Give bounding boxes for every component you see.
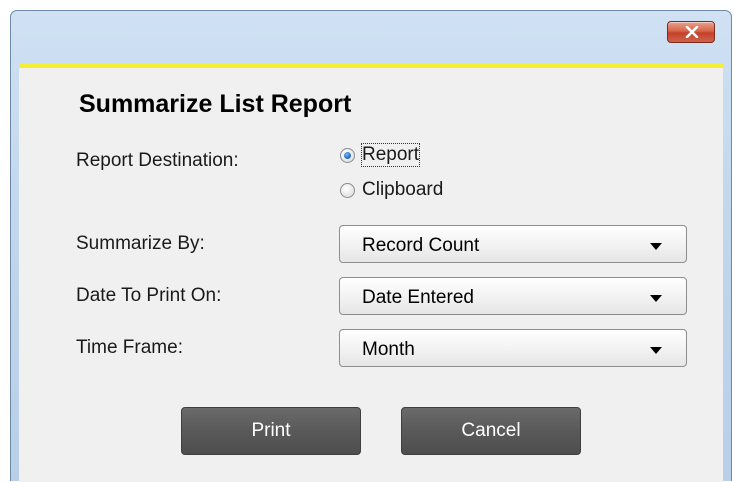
radio-report[interactable]: Report	[340, 142, 421, 168]
chevron-down-icon	[650, 243, 662, 250]
radio-button-icon[interactable]	[340, 147, 355, 163]
title-bar[interactable]	[11, 11, 731, 59]
cancel-button[interactable]: Cancel	[401, 407, 581, 455]
radio-clipboard[interactable]: Clipboard	[340, 177, 443, 203]
radio-report-label[interactable]: Report	[360, 143, 421, 167]
date-to-print-on-select[interactable]: Date Entered	[339, 277, 687, 315]
radio-button-icon[interactable]	[340, 182, 355, 198]
time-frame-value: Month	[362, 339, 415, 360]
time-frame-select[interactable]: Month	[339, 329, 687, 367]
summarize-by-value: Record Count	[362, 235, 480, 256]
print-button[interactable]: Print	[181, 407, 361, 455]
chevron-down-icon	[650, 347, 662, 354]
summarize-by-label: Summarize By:	[76, 233, 205, 254]
dialog-body: Summarize List Report Report Destination…	[19, 63, 723, 482]
summarize-by-select[interactable]: Record Count	[339, 225, 687, 263]
close-x-icon	[685, 26, 699, 38]
chevron-down-icon	[650, 295, 662, 302]
dialog-window: Summarize List Report Report Destination…	[10, 10, 732, 482]
close-button[interactable]	[667, 21, 715, 43]
dialog-title: Summarize List Report	[79, 90, 352, 118]
radio-clipboard-label[interactable]: Clipboard	[362, 179, 443, 201]
date-to-print-on-value: Date Entered	[362, 287, 474, 308]
time-frame-label: Time Frame:	[76, 337, 183, 358]
date-to-print-on-label: Date To Print On:	[76, 285, 222, 306]
report-destination-label: Report Destination:	[76, 150, 239, 171]
